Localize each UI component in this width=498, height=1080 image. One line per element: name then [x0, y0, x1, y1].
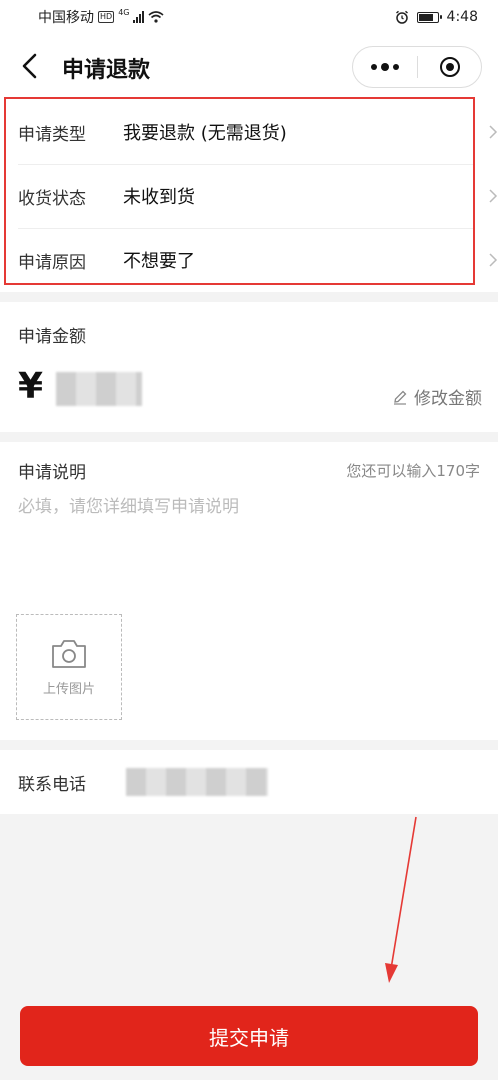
carrier-name: 中国移动: [38, 10, 94, 26]
more-options-icon[interactable]: [353, 63, 417, 71]
receipt-status-label: 收货状态: [18, 188, 86, 209]
chevron-right-icon: [489, 189, 498, 203]
description-label: 申请说明: [18, 463, 86, 483]
refund-amount-label: 申请金额: [18, 327, 86, 347]
description-input[interactable]: [18, 492, 478, 602]
refund-reason-label: 申请原因: [18, 252, 86, 273]
target-icon: [439, 57, 460, 77]
refund-reason-value: 不想要了: [123, 251, 195, 272]
chevron-right-icon: [489, 125, 498, 139]
battery-icon: [416, 11, 442, 23]
signal-icon: [133, 11, 145, 23]
annotation-arrow: [385, 816, 417, 983]
refund-type-label: 申请类型: [18, 124, 86, 145]
refund-reason-row[interactable]: 申请原因 不想要了: [0, 228, 498, 292]
refund-amount-section: 申请金额 ¥ 修改金额: [0, 302, 498, 432]
wifi-icon: [148, 11, 165, 23]
currency-symbol: ¥: [18, 366, 44, 407]
status-right: 4:48: [395, 9, 478, 25]
nav-bar: 申请退款: [0, 34, 498, 100]
character-counter: 您还可以输入170字: [346, 462, 480, 480]
camera-icon: [52, 639, 86, 668]
redacted-phone-number[interactable]: [126, 768, 268, 796]
close-mini-program-button[interactable]: [418, 57, 481, 77]
clock: 4:48: [446, 9, 478, 25]
mini-program-capsule: [352, 46, 482, 88]
contact-phone-label: 联系电话: [18, 775, 86, 795]
redacted-amount: [56, 372, 142, 406]
page-title: 申请退款: [62, 58, 151, 83]
receipt-status-value: 未收到货: [123, 187, 195, 208]
chevron-right-icon: [489, 253, 498, 267]
contact-phone-section: 联系电话: [0, 750, 498, 814]
network-type: 4G: [118, 8, 130, 17]
edit-amount-button[interactable]: 修改金额: [392, 384, 482, 409]
submit-refund-button[interactable]: 提交申请: [20, 1006, 478, 1066]
receipt-status-row[interactable]: 收货状态 未收到货: [0, 164, 498, 228]
pencil-icon: [394, 390, 407, 405]
upload-image-label: 上传图片: [42, 681, 95, 697]
refund-info-section: 申请类型 我要退款 (无需退货) 收货状态 未收到货 申请原因 不想要了: [0, 100, 498, 292]
refund-type-row[interactable]: 申请类型 我要退款 (无需退货): [0, 100, 498, 164]
refund-type-value: 我要退款 (无需退货): [123, 123, 287, 144]
hd-badge: HD: [98, 11, 115, 23]
refund-description-section: 申请说明 您还可以输入170字 上传图片: [0, 442, 498, 740]
status-left: 中国移动 HD 4G: [38, 7, 165, 27]
upload-image-button[interactable]: 上传图片: [16, 614, 122, 720]
alarm-icon: [395, 10, 408, 24]
status-bar: 中国移动 HD 4G 4:48: [0, 0, 498, 34]
back-arrow-icon[interactable]: [18, 52, 42, 80]
edit-amount-label: 修改金额: [414, 389, 482, 409]
